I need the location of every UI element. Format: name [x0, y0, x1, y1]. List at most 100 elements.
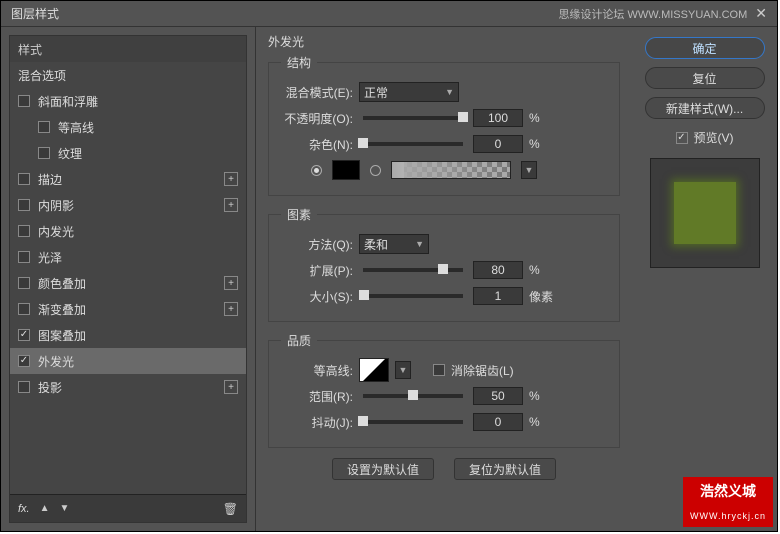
spread-slider[interactable] — [363, 268, 463, 272]
add-effect-icon[interactable]: + — [224, 380, 238, 394]
technique-dropdown[interactable]: 柔和 ▼ — [359, 234, 429, 254]
style-checkbox[interactable] — [18, 277, 30, 289]
style-checkbox[interactable] — [18, 251, 30, 263]
style-row-3[interactable]: 描边 + — [10, 166, 246, 192]
new-style-button[interactable]: 新建样式(W)... — [645, 97, 765, 119]
titlebar: 图层样式 思缘设计论坛 WWW.MISSYUAN.COM ✕ — [1, 1, 777, 27]
contour-picker[interactable] — [359, 358, 389, 382]
style-checkbox[interactable] — [18, 225, 30, 237]
noise-unit: % — [529, 137, 553, 151]
size-input[interactable]: 1 — [473, 287, 523, 305]
style-checkbox[interactable] — [18, 381, 30, 393]
arrow-down-icon[interactable]: ▼ — [60, 503, 70, 514]
style-row-10[interactable]: 外发光 — [10, 348, 246, 374]
style-label: 图案叠加 — [38, 327, 86, 344]
window-title: 图层样式 — [11, 5, 59, 22]
right-panel: 确定 复位 新建样式(W)... ✓ 预览(V) — [632, 27, 777, 531]
style-row-5[interactable]: 内发光 — [10, 218, 246, 244]
gradient-radio[interactable] — [370, 165, 381, 176]
style-row-6[interactable]: 光泽 — [10, 244, 246, 270]
jitter-label: 抖动(J): — [281, 414, 353, 431]
add-effect-icon[interactable]: + — [224, 276, 238, 290]
style-label: 颜色叠加 — [38, 275, 86, 292]
style-checkbox[interactable] — [18, 95, 30, 107]
style-row-9[interactable]: 图案叠加 — [10, 322, 246, 348]
antialias-label: 消除锯齿(L) — [451, 362, 514, 379]
preview-box — [650, 158, 760, 268]
preview-label: 预览(V) — [694, 129, 734, 146]
reset-default-button[interactable]: 复位为默认值 — [454, 458, 556, 480]
jitter-slider[interactable] — [363, 420, 463, 424]
noise-slider[interactable] — [363, 142, 463, 146]
contour-label: 等高线: — [281, 362, 353, 379]
antialias-checkbox[interactable] — [433, 364, 445, 376]
style-row-2[interactable]: 纹理 — [10, 140, 246, 166]
style-row-11[interactable]: 投影 + — [10, 374, 246, 400]
spread-label: 扩展(P): — [281, 262, 353, 279]
style-checkbox[interactable] — [18, 199, 30, 211]
range-slider[interactable] — [363, 394, 463, 398]
jitter-unit: % — [529, 415, 553, 429]
settings-panel: 外发光 结构 混合模式(E): 正常 ▼ 不透明度(O): 100 — [256, 27, 632, 531]
opacity-unit: % — [529, 111, 553, 125]
spread-unit: % — [529, 263, 553, 277]
spread-input[interactable]: 80 — [473, 261, 523, 279]
range-input[interactable]: 50 — [473, 387, 523, 405]
jitter-input[interactable]: 0 — [473, 413, 523, 431]
size-label: 大小(S): — [281, 288, 353, 305]
opacity-label: 不透明度(O): — [281, 110, 353, 127]
blend-mode-label: 混合模式(E): — [281, 84, 353, 101]
structure-group: 结构 混合模式(E): 正常 ▼ 不透明度(O): 100 % — [268, 54, 620, 196]
trash-icon[interactable]: 🗑 — [223, 502, 238, 516]
fx-icon[interactable]: fx. — [18, 503, 30, 515]
style-label: 投影 — [38, 379, 62, 396]
style-row-8[interactable]: 渐变叠加 + — [10, 296, 246, 322]
style-checkbox[interactable] — [38, 121, 50, 133]
add-effect-icon[interactable]: + — [224, 302, 238, 316]
noise-label: 杂色(N): — [281, 136, 353, 153]
style-label: 渐变叠加 — [38, 301, 86, 318]
style-row-1[interactable]: 等高线 — [10, 114, 246, 140]
range-label: 范围(R): — [281, 388, 353, 405]
quality-legend: 品质 — [281, 332, 317, 349]
structure-legend: 结构 — [281, 54, 317, 71]
style-label: 纹理 — [58, 145, 82, 162]
set-default-button[interactable]: 设置为默认值 — [332, 458, 434, 480]
color-radio[interactable] — [311, 165, 322, 176]
styles-header[interactable]: 样式 — [10, 36, 246, 62]
gradient-picker[interactable] — [391, 161, 511, 179]
close-icon[interactable]: ✕ — [755, 5, 767, 22]
opacity-input[interactable]: 100 — [473, 109, 523, 127]
style-checkbox[interactable] — [18, 329, 30, 341]
add-effect-icon[interactable]: + — [224, 198, 238, 212]
gradient-dropdown[interactable]: ▼ — [521, 161, 537, 179]
style-label: 描边 — [38, 171, 62, 188]
arrow-up-icon[interactable]: ▲ — [40, 503, 50, 514]
style-row-0[interactable]: 斜面和浮雕 — [10, 88, 246, 114]
style-row-4[interactable]: 内阴影+ — [10, 192, 246, 218]
style-checkbox[interactable] — [18, 173, 30, 185]
contour-dropdown[interactable]: ▼ — [395, 361, 411, 379]
size-slider[interactable] — [363, 294, 463, 298]
preview-checkbox[interactable]: ✓ — [676, 132, 688, 144]
style-label: 外发光 — [38, 353, 74, 370]
style-label: 光泽 — [38, 249, 62, 266]
color-swatch[interactable] — [332, 160, 360, 180]
cancel-button[interactable]: 复位 — [645, 67, 765, 89]
elements-group: 图素 方法(Q): 柔和 ▼ 扩展(P): 80 % — [268, 206, 620, 322]
preview-swatch — [674, 182, 736, 244]
noise-input[interactable]: 0 — [473, 135, 523, 153]
style-checkbox[interactable] — [18, 355, 30, 367]
add-effect-icon[interactable]: + — [224, 172, 238, 186]
style-row-7[interactable]: 颜色叠加 + — [10, 270, 246, 296]
style-label: 斜面和浮雕 — [38, 93, 98, 110]
style-checkbox[interactable] — [38, 147, 50, 159]
ok-button[interactable]: 确定 — [645, 37, 765, 59]
blend-options-row[interactable]: 混合选项 — [10, 62, 246, 88]
style-label: 内发光 — [38, 223, 74, 240]
elements-legend: 图素 — [281, 206, 317, 223]
blend-mode-dropdown[interactable]: 正常 ▼ — [359, 82, 459, 102]
opacity-slider[interactable] — [363, 116, 463, 120]
range-unit: % — [529, 389, 553, 403]
style-checkbox[interactable] — [18, 303, 30, 315]
